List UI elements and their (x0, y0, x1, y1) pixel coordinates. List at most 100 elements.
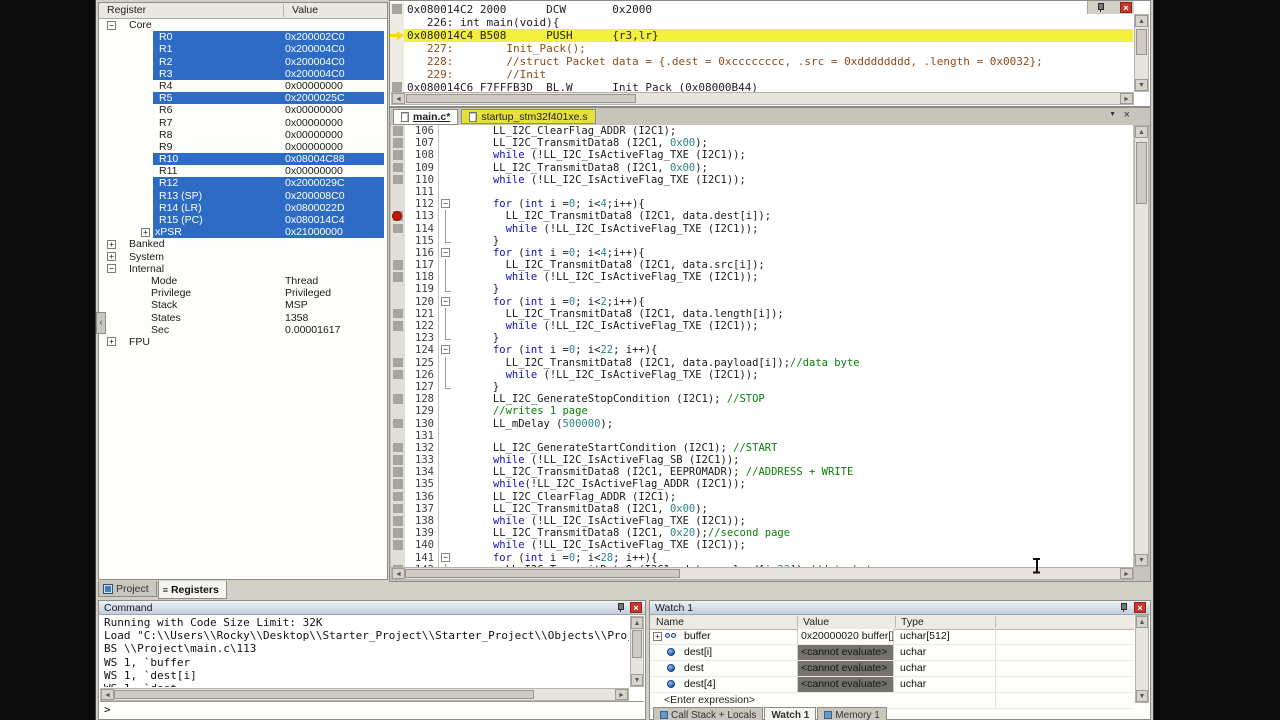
editor-line-135[interactable]: 135 while(!LL_I2C_IsActiveFlag_ADDR (I2C… (391, 478, 1133, 490)
fold-margin[interactable]: − (441, 296, 452, 308)
editor-line-130[interactable]: 130 LL_mDelay (500000); (391, 418, 1133, 430)
tab-main-c[interactable]: main.c* (393, 109, 458, 125)
scroll-right-icon[interactable]: ► (1120, 568, 1133, 579)
scroll-up-icon[interactable]: ▲ (631, 617, 643, 629)
fold-collapse-icon[interactable]: − (441, 199, 450, 208)
fold-margin[interactable] (441, 430, 452, 442)
fold-margin[interactable] (441, 357, 452, 369)
watch-row-dest-i[interactable]: dest[i]<cannot evaluate>uchar (650, 645, 1134, 661)
fold-margin[interactable] (441, 418, 452, 430)
register-row-stack[interactable]: StackMSP (99, 299, 387, 311)
fold-collapse-icon[interactable]: − (441, 297, 450, 306)
watch-name[interactable]: <Enter expression> (664, 693, 755, 707)
register-row-r3[interactable]: R30x200004C0 (99, 68, 387, 80)
tab-startup-s[interactable]: startup_stm32f401xe.s (461, 109, 595, 124)
editor-line-108[interactable]: 108 while (!LL_I2C_IsActiveFlag_TXE (I2C… (391, 149, 1133, 161)
editor-line-125[interactable]: 125 LL_I2C_TransmitData8 (I2C1, data.pay… (391, 357, 1133, 369)
editor-line-117[interactable]: 117 LL_I2C_TransmitData8 (I2C1, data.src… (391, 259, 1133, 271)
register-row-r4[interactable]: R40x00000000 (99, 80, 387, 92)
scroll-left-icon[interactable]: ◄ (392, 568, 405, 579)
pin-icon[interactable] (1096, 2, 1105, 13)
command-titlebar[interactable]: Command × (99, 601, 645, 615)
command-vscrollbar[interactable]: ▲ ▼ (630, 616, 644, 687)
fold-margin[interactable] (441, 503, 452, 515)
tab-menu-icon[interactable]: ▼ (1109, 111, 1116, 118)
fold-margin[interactable]: − (441, 247, 452, 259)
scroll-thumb[interactable] (114, 690, 534, 699)
expand-icon[interactable]: + (653, 632, 662, 641)
breakpoint-margin[interactable] (391, 308, 405, 320)
editor-line-116[interactable]: 116− for (int i =0; i<4;i++){ (391, 247, 1133, 259)
register-row-banked[interactable]: +Banked (99, 238, 387, 250)
breakpoint-margin[interactable] (391, 186, 405, 198)
scroll-down-icon[interactable]: ▼ (631, 674, 643, 686)
watch-value[interactable]: <cannot evaluate> (797, 677, 894, 692)
disassembly-margin[interactable] (390, 42, 404, 55)
collapse-icon[interactable]: − (107, 21, 116, 30)
editor-line-127[interactable]: 127 } (391, 381, 1133, 393)
tab-registers[interactable]: ≡ Registers (158, 581, 227, 599)
editor-line-137[interactable]: 137 LL_I2C_TransmitData8 (I2C1, 0x00); (391, 503, 1133, 515)
tab-memory-1[interactable]: Memory 1 (817, 707, 886, 720)
expand-icon[interactable]: + (107, 252, 116, 261)
scroll-up-icon[interactable]: ▲ (1135, 15, 1148, 27)
editor-line-106[interactable]: 106 LL_I2C_ClearFlag_ADDR (I2C1); (391, 125, 1133, 137)
collapse-icon[interactable]: − (107, 264, 116, 273)
editor-line-121[interactable]: 121 LL_I2C_TransmitData8 (I2C1, data.len… (391, 308, 1133, 320)
fold-margin[interactable] (441, 539, 452, 551)
expand-icon[interactable]: + (107, 337, 116, 346)
breakpoint-margin[interactable] (391, 515, 405, 527)
editor-line-120[interactable]: 120− for (int i =0; i<2;i++){ (391, 296, 1133, 308)
editor-line-123[interactable]: 123 } (391, 332, 1133, 344)
breakpoint-margin[interactable] (391, 247, 405, 259)
editor-line-114[interactable]: 114 while (!LL_I2C_IsActiveFlag_TXE (I2C… (391, 223, 1133, 235)
register-row-r6[interactable]: R60x00000000 (99, 104, 387, 116)
watch-value[interactable]: 0x20000020 buffer[] "" (797, 629, 894, 644)
editor-line-138[interactable]: 138 while (!LL_I2C_IsActiveFlag_TXE (I2C… (391, 515, 1133, 527)
column-divider[interactable] (995, 616, 996, 628)
watch-titlebar[interactable]: Watch 1 × (650, 601, 1150, 615)
fold-collapse-icon[interactable]: − (441, 553, 450, 562)
fold-margin[interactable] (441, 454, 452, 466)
fold-margin[interactable] (441, 137, 452, 149)
editor-line-113[interactable]: 113 LL_I2C_TransmitData8 (I2C1, data.des… (391, 210, 1133, 222)
tab-project[interactable]: Project (98, 581, 157, 597)
breakpoint-margin[interactable] (391, 405, 405, 417)
register-row-system[interactable]: +System (99, 251, 387, 263)
editor-line-129[interactable]: 129 //writes 1 page (391, 405, 1133, 417)
fold-margin[interactable] (441, 405, 452, 417)
disassembly-margin[interactable] (390, 68, 404, 81)
register-row-r1[interactable]: R10x200004C0 (99, 43, 387, 55)
breakpoint-margin[interactable] (391, 381, 405, 393)
breakpoint-margin[interactable] (391, 393, 405, 405)
register-row-r9[interactable]: R90x00000000 (99, 141, 387, 153)
breakpoint-margin[interactable] (391, 430, 405, 442)
breakpoint-margin[interactable] (391, 223, 405, 235)
breakpoint-margin[interactable] (391, 210, 405, 222)
register-row-internal[interactable]: −Internal (99, 263, 387, 275)
code-editor[interactable]: 106 LL_I2C_ClearFlag_ADDR (I2C1);107 LL_… (391, 125, 1133, 567)
breakpoint-margin[interactable] (391, 466, 405, 478)
editor-line-111[interactable]: 111 (391, 186, 1133, 198)
disassembly-vscrollbar[interactable]: ▲ ▼ (1134, 14, 1149, 92)
breakpoint-margin[interactable] (391, 320, 405, 332)
fold-margin[interactable] (441, 527, 452, 539)
breakpoint-margin[interactable] (391, 442, 405, 454)
register-row-xpsr[interactable]: +xPSR0x21000000 (99, 226, 387, 238)
fold-margin[interactable] (441, 259, 452, 271)
scroll-left-icon[interactable]: ◄ (392, 93, 405, 104)
editor-line-118[interactable]: 118 while (!LL_I2C_IsActiveFlag_TXE (I2C… (391, 271, 1133, 283)
fold-margin[interactable] (441, 210, 452, 222)
fold-margin[interactable] (441, 186, 452, 198)
column-divider[interactable] (895, 616, 896, 628)
watch-row-dest-4[interactable]: dest[4]<cannot evaluate>uchar (650, 677, 1134, 693)
scroll-right-icon[interactable]: ► (1120, 93, 1133, 104)
register-row-sec[interactable]: Sec0.00001617 (99, 324, 387, 336)
fold-margin[interactable] (441, 478, 452, 490)
tab-call-stack-locals[interactable]: Call Stack + Locals (653, 707, 763, 720)
fold-margin[interactable] (441, 466, 452, 478)
scroll-up-icon[interactable]: ▲ (1135, 126, 1148, 138)
fold-margin[interactable] (441, 283, 452, 295)
register-row-r14-lr[interactable]: R14 (LR)0x0800022D (99, 202, 387, 214)
breakpoint-margin[interactable] (391, 296, 405, 308)
